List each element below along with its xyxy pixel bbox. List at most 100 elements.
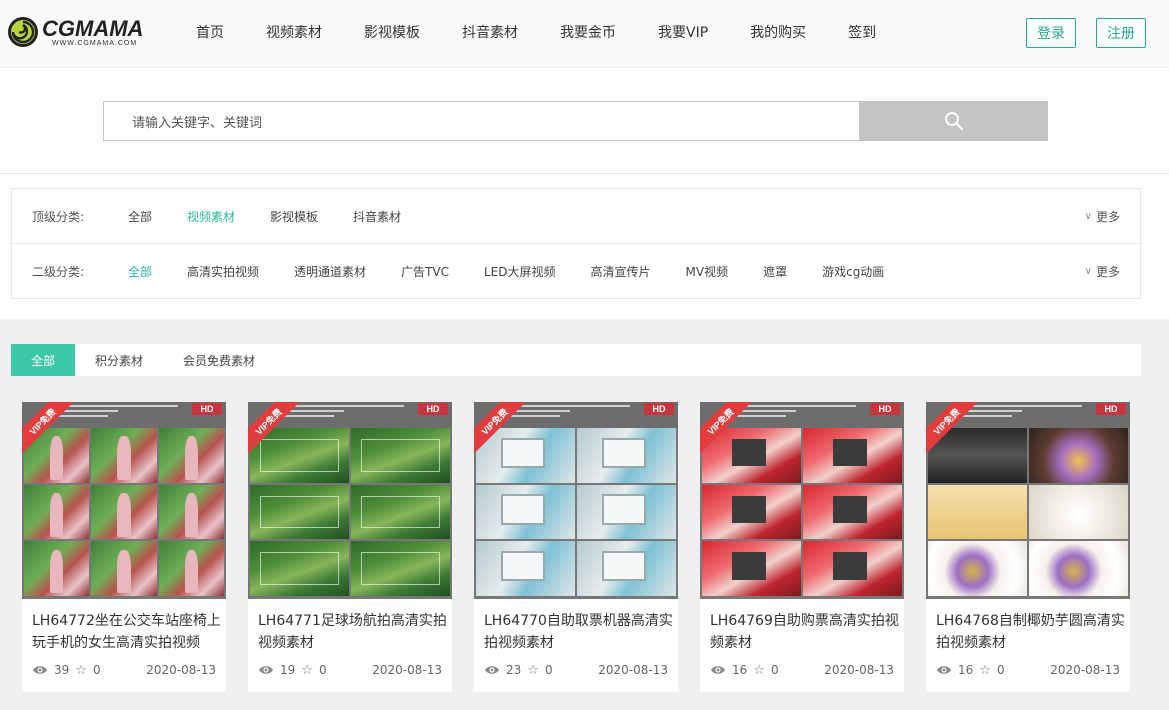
frame-subject [184,492,198,537]
search-input[interactable]: 请输入关键字、关键词 [103,101,859,141]
asset-stats: 16 ☆ 0 2020-08-13 [936,662,1120,678]
star-icon[interactable]: ☆ [75,663,87,678]
thumbnail-frame-grid [702,428,902,596]
tab-all[interactable]: 全部 [11,344,76,376]
thumbnail-frame [250,484,349,540]
star-icon[interactable]: ☆ [301,663,313,678]
nav-item-douyin-assets[interactable]: 抖音素材 [441,22,539,42]
favorite-count: 0 [92,663,101,677]
asset-title[interactable]: LH64770自助取票机器高清实拍视频素材 [484,610,674,654]
filter-second-led-screen[interactable]: LED大屏视频 [484,263,556,280]
tab-points-assets[interactable]: 积分素材 [75,344,163,376]
frame-subject [500,494,546,525]
favorite-count: 0 [318,663,327,677]
asset-thumbnail[interactable]: HD VIP免费 [22,402,226,599]
asset-thumbnail[interactable]: HD VIP免费 [926,402,1130,599]
eye-icon [485,666,499,674]
eye-icon [937,666,951,674]
asset-thumbnail[interactable]: HD VIP免费 [248,402,452,599]
filter-second-alpha-channel[interactable]: 透明通道素材 [294,263,366,280]
chevron-down-icon: ∨ [1084,210,1092,222]
star-icon[interactable]: ☆ [979,663,991,678]
thumbnail-meta-line [58,410,118,412]
thumbnail-meta-line [962,410,1022,412]
thumbnail-frame [1029,428,1128,483]
view-count: 39 [54,663,70,677]
favorite-count: 0 [770,663,779,677]
asset-card[interactable]: HD VIP免费 LH64768自制椰奶芋圆高清实拍视频素材 16 ☆ 0 2020-08-… [926,402,1130,692]
asset-card[interactable]: HD VIP免费 LH64772坐在公交车站座椅上玩手机的女生高清实拍视频 39 ☆ 0 2… [22,402,226,692]
asset-title[interactable]: LH64771足球场航拍高清实拍视频素材 [258,610,448,654]
thumbnail-frame-grid [928,428,1128,596]
filter-label-top: 顶级分类: [32,209,85,224]
search-section: 请输入关键字、关键词 [0,69,1169,174]
frame-subject [601,494,647,525]
frame-subject [117,549,131,594]
filter-second-hd-footage[interactable]: 高清实拍视频 [187,263,259,280]
thumbnail-frame-grid [250,428,450,596]
filter-top-all[interactable]: 全部 [128,208,152,225]
nav-item-film-templates[interactable]: 影视模板 [343,22,441,42]
nav-item-get-vip[interactable]: 我要VIP [637,22,729,42]
asset-title[interactable]: LH64772坐在公交车站座椅上玩手机的女生高清实拍视频 [32,610,222,654]
frame-subject [184,436,198,480]
filter-top-video-assets[interactable]: 视频素材 [187,208,235,225]
frame-subject [50,492,64,537]
thumbnail-frame [803,484,902,540]
thumbnail-meta-line [510,415,560,417]
frame-subject [832,438,868,467]
asset-thumbnail[interactable]: HD VIP免费 [700,402,904,599]
filter-second-more-button[interactable]: ∨ 更多 [1085,263,1120,280]
register-button[interactable]: 注册 [1096,18,1146,48]
filter-top-more-label: 更多 [1095,209,1120,224]
asset-title[interactable]: LH64768自制椰奶芋圆高清实拍视频素材 [936,610,1126,654]
thumbnail-frame [577,484,676,540]
nav-item-home[interactable]: 首页 [176,22,245,42]
thumbnail-meta-line [510,410,570,412]
search-button[interactable] [859,101,1048,141]
star-icon[interactable]: ☆ [753,663,765,678]
filter-top-more-button[interactable]: ∨ 更多 [1085,208,1120,225]
asset-thumbnail[interactable]: HD VIP免费 [474,402,678,599]
thumbnail-frame [158,484,224,540]
filter-second-tvc[interactable]: 广告TVC [401,263,449,280]
filter-second-promo-film[interactable]: 高清宣传片 [590,263,650,280]
view-count: 23 [506,663,522,677]
asset-card[interactable]: HD VIP免费 LH64769自助购票高清实拍视频素材 16 ☆ 0 2020-08-13 [700,402,904,692]
thumbnail-frame [928,541,1027,596]
filter-top-film-templates[interactable]: 影视模板 [270,208,318,225]
nav-item-my-purchases[interactable]: 我的购买 [729,22,827,42]
asset-card[interactable]: HD VIP免费 LH64771足球场航拍高清实拍视频素材 19 ☆ 0 2020-08-1… [248,402,452,692]
favorite-count: 0 [996,663,1005,677]
nav-item-video-assets[interactable]: 视频素材 [245,22,343,42]
frame-subject [50,436,64,480]
star-icon[interactable]: ☆ [527,663,539,678]
filter-second-all[interactable]: 全部 [128,263,152,280]
nav-item-get-coins[interactable]: 我要金币 [539,22,637,42]
frame-subject [360,552,441,586]
filter-second-mask[interactable]: 遮罩 [763,263,787,280]
thumbnail-frame [702,541,801,596]
publish-date: 2020-08-13 [372,663,442,677]
thumbnail-meta-line [736,410,796,412]
frame-subject [117,492,131,537]
filter-second-mv-video[interactable]: MV视频 [686,263,729,280]
tab-vip-free-assets[interactable]: 会员免费素材 [163,344,275,376]
frame-subject [360,495,441,529]
asset-title[interactable]: LH64769自助购票高清实拍视频素材 [710,610,900,654]
thumbnail-frame [476,484,575,540]
login-button[interactable]: 登录 [1026,18,1076,48]
filter-label-second: 二级分类: [32,265,85,279]
site-logo[interactable]: CGMAMA WWW.CGMAMA.COM [6,14,158,50]
thumbnail-meta-line [58,405,178,407]
filter-top-douyin-assets[interactable]: 抖音素材 [353,208,401,225]
frame-subject [601,437,647,468]
frame-subject [259,495,340,529]
filter-second-game-cg[interactable]: 游戏cg动画 [822,263,884,280]
frame-subject [259,438,340,472]
asset-stats: 19 ☆ 0 2020-08-13 [258,662,442,678]
asset-card[interactable]: HD VIP免费 LH64770自助取票机器高清实拍视频素材 23 ☆ 0 2020-08-… [474,402,678,692]
publish-date: 2020-08-13 [1050,663,1120,677]
nav-item-check-in[interactable]: 签到 [827,22,897,42]
chevron-down-icon: ∨ [1084,266,1092,277]
